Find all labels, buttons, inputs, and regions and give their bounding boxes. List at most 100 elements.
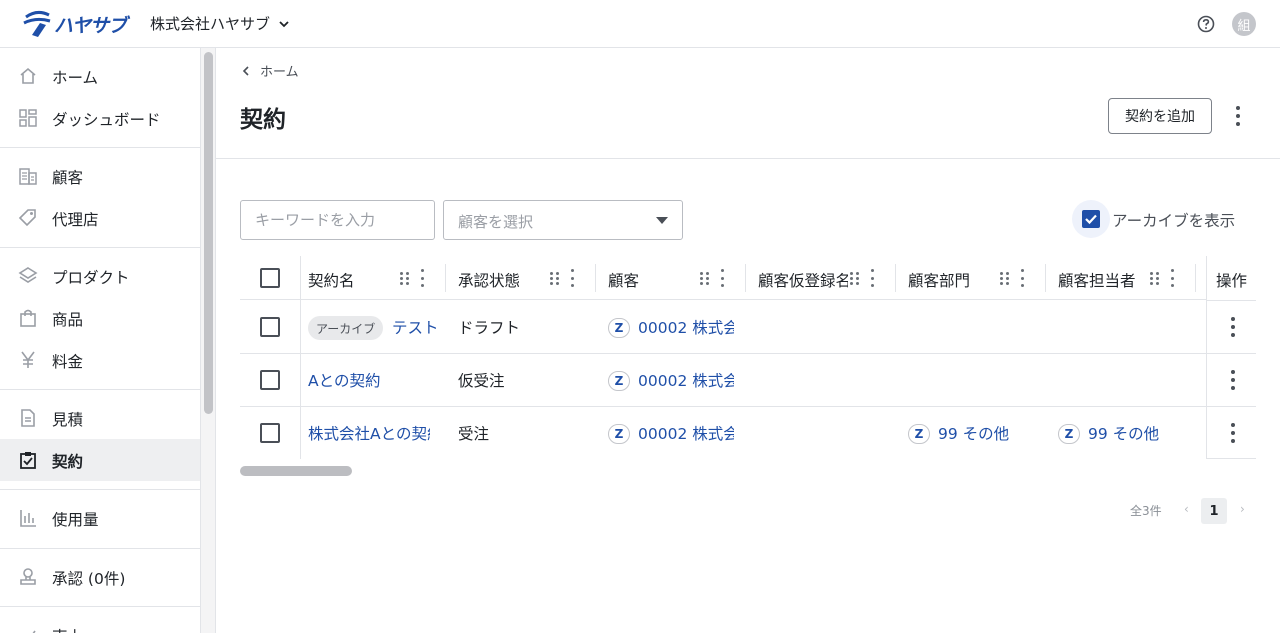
customer-link[interactable]: 00002 株式会社A	[638, 422, 734, 444]
customer-select[interactable]: 顧客を選択	[443, 200, 683, 240]
row-actions-icon[interactable]	[1230, 423, 1236, 443]
table-row[interactable]: アーカイブ テスト ドラフト Z 00002 株式会社A	[240, 301, 1256, 354]
check-icon	[1085, 214, 1097, 225]
next-page-icon[interactable]: ›	[1240, 502, 1245, 516]
help-icon[interactable]	[1197, 15, 1215, 33]
sidebar-item-approvals[interactable]: 承認 (0件)	[0, 556, 200, 598]
customer-link[interactable]: 00002 株式会社A	[638, 369, 734, 391]
column-header-customer[interactable]: 顧客	[600, 256, 744, 300]
drag-handle-icon[interactable]	[850, 272, 860, 286]
caret-down-icon	[656, 217, 668, 224]
drag-handle-icon[interactable]	[1150, 272, 1160, 286]
prev-page-icon[interactable]: ‹	[1184, 502, 1189, 516]
layers-icon	[18, 267, 38, 283]
drag-handle-icon[interactable]	[700, 272, 710, 286]
row-actions-icon[interactable]	[1230, 317, 1236, 337]
sidebar-item-label: 顧客	[52, 169, 84, 187]
sidebar-divider	[0, 147, 200, 148]
column-header-customer-contact[interactable]: 顧客担当者	[1050, 256, 1194, 300]
contract-name-link[interactable]: 株式会社Aとの契約	[308, 422, 430, 444]
sidebar-item-products[interactable]: プロダクト	[0, 255, 200, 297]
keyword-input[interactable]	[240, 200, 435, 240]
logo-text: ハヤサブ	[54, 14, 127, 37]
column-separator[interactable]	[1195, 264, 1196, 292]
column-header-customer-temp-name[interactable]: 顧客仮登録名	[750, 256, 894, 300]
column-menu-icon[interactable]	[869, 269, 875, 287]
select-all-checkbox[interactable]	[260, 268, 280, 288]
bag-icon	[20, 309, 36, 327]
sidebar-item-label: プロダクト	[52, 269, 130, 287]
row-divider	[1207, 353, 1256, 354]
sidebar-item-contracts[interactable]: 契約	[0, 439, 200, 481]
z-badge-icon: Z	[608, 424, 630, 444]
sidebar-item-pricing[interactable]: 料金	[0, 339, 200, 381]
column-separator[interactable]	[1045, 264, 1046, 292]
column-menu-icon[interactable]	[719, 269, 725, 287]
customer-link[interactable]: 00002 株式会社A	[638, 316, 734, 338]
sidebar-item-usage[interactable]: 使用量	[0, 497, 200, 539]
column-label: 顧客	[608, 272, 640, 290]
customer-select-placeholder: 顧客を選択	[458, 213, 534, 231]
column-separator[interactable]	[745, 264, 746, 292]
page-more-icon[interactable]	[1235, 106, 1241, 126]
drag-handle-icon[interactable]	[1000, 272, 1010, 286]
sidebar-item-customers[interactable]: 顧客	[0, 155, 200, 197]
row-actions-icon[interactable]	[1230, 370, 1236, 390]
column-menu-icon[interactable]	[1019, 269, 1025, 287]
column-header-contract-name[interactable]: 契約名	[300, 256, 444, 300]
column-label: 承認状態	[458, 272, 521, 290]
column-separator[interactable]	[595, 264, 596, 292]
customer-dept-link[interactable]: 99 その他	[938, 422, 1009, 444]
column-label: 契約名	[308, 272, 355, 290]
scrollbar-thumb[interactable]	[204, 52, 213, 414]
sidebar-item-dashboard[interactable]: ダッシュボード	[0, 97, 200, 139]
column-menu-icon[interactable]	[419, 269, 425, 287]
archive-checkbox[interactable]	[1082, 210, 1100, 228]
add-contract-button[interactable]: 契約を追加	[1108, 98, 1212, 134]
sidebar-item-label: 見積	[52, 411, 84, 429]
table-row[interactable]: 株式会社Aとの契約 受注 Z 00002 株式会社A Z 99 その他 Z 99…	[240, 407, 1256, 459]
sidebar-divider	[0, 606, 200, 607]
row-checkbox[interactable]	[260, 370, 280, 390]
sidebar-scrollbar[interactable]	[200, 48, 216, 633]
sidebar-item-home[interactable]: ホーム	[0, 55, 200, 97]
drag-handle-icon[interactable]	[400, 272, 410, 286]
column-header-approval-status[interactable]: 承認状態	[450, 256, 594, 300]
sidebar-item-label: 売上	[52, 625, 83, 633]
sidebar-item-label: 使用量	[52, 511, 99, 529]
sidebar-item-items[interactable]: 商品	[0, 297, 200, 339]
column-header-customer-dept[interactable]: 顧客部門	[900, 256, 1044, 300]
contract-name-link[interactable]: テスト	[392, 316, 436, 338]
avatar[interactable]: 組	[1232, 12, 1256, 36]
table-row[interactable]: Aとの契約 仮受注 Z 00002 株式会社A	[240, 354, 1256, 407]
sidebar-item-agencies[interactable]: 代理店	[0, 197, 200, 239]
company-switcher[interactable]: 株式会社ハヤサブ	[150, 13, 290, 34]
column-separator[interactable]	[445, 264, 446, 292]
contract-icon	[20, 452, 36, 469]
column-separator[interactable]	[895, 264, 896, 292]
row-checkbox[interactable]	[260, 423, 280, 443]
breadcrumb[interactable]: ホーム	[242, 61, 299, 80]
customer-contact-link[interactable]: 99 その他	[1088, 422, 1159, 444]
drag-handle-icon[interactable]	[550, 272, 560, 286]
row-checkbox[interactable]	[260, 317, 280, 337]
dashboard-icon	[19, 109, 37, 127]
logo[interactable]: ハヤサブ	[22, 9, 127, 39]
column-menu-icon[interactable]	[1169, 269, 1175, 287]
approval-status: ドラフト	[458, 319, 521, 337]
sidebar-item-quotes[interactable]: 見積	[0, 397, 200, 439]
column-label: 顧客部門	[908, 272, 971, 290]
document-icon	[21, 409, 35, 427]
z-badge-icon: Z	[1058, 424, 1080, 444]
contract-name-link[interactable]: Aとの契約	[308, 369, 438, 391]
breadcrumb-home: ホーム	[260, 65, 299, 80]
page-button-current[interactable]: 1	[1201, 498, 1227, 524]
sticky-column-divider	[300, 256, 301, 459]
column-menu-icon[interactable]	[569, 269, 575, 287]
archive-badge: アーカイブ	[308, 316, 384, 340]
sidebar-item-sales[interactable]: 売上	[0, 614, 200, 633]
sidebar-divider	[0, 489, 200, 490]
table-horizontal-scrollbar[interactable]	[240, 466, 352, 476]
total-count: 全3件	[1130, 504, 1162, 518]
main-content: ホーム 契約 契約を追加 顧客を選択 アーカイブを表示 契約名 承認状態	[216, 48, 1280, 633]
